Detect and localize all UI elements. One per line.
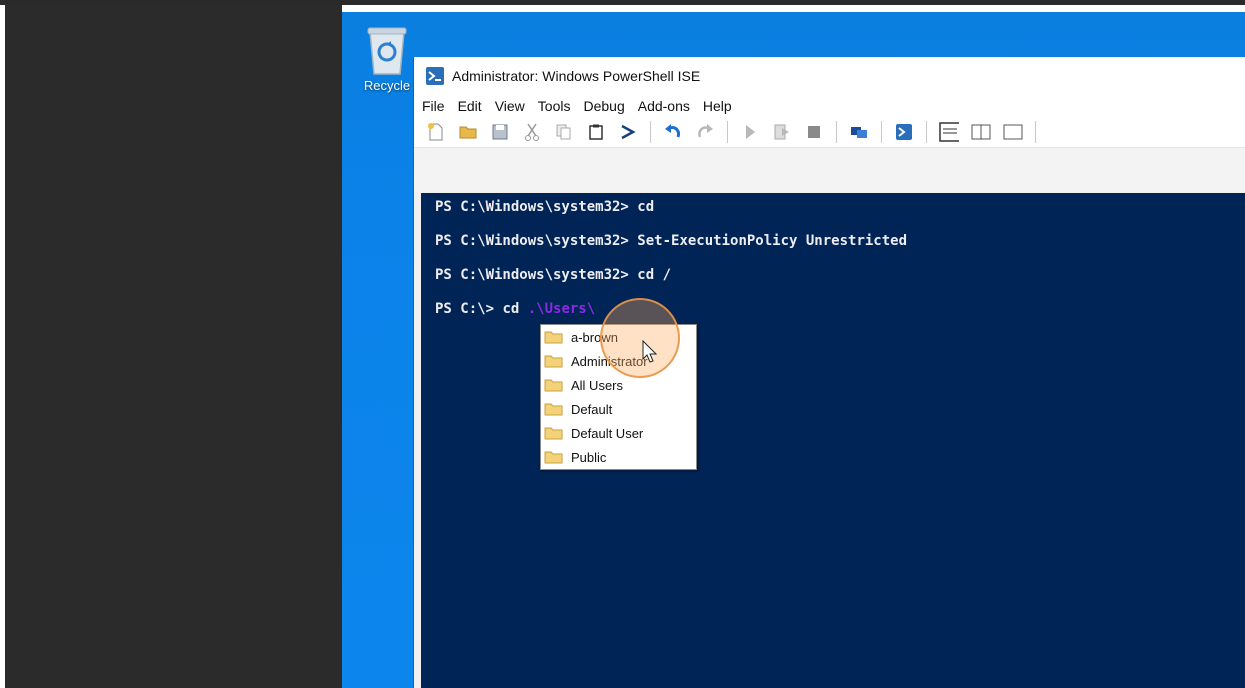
left-dark-panel xyxy=(5,5,342,688)
menu-bar: File Edit View Tools Debug Add-ons Help xyxy=(414,95,1245,117)
menu-add-ons[interactable]: Add-ons xyxy=(638,98,690,114)
open-folder-icon[interactable] xyxy=(458,122,478,142)
menu-edit[interactable]: Edit xyxy=(458,98,482,114)
recycle-bin-icon xyxy=(364,24,410,76)
click-highlight xyxy=(600,298,680,378)
toolbar-separator xyxy=(881,121,882,143)
redo-icon[interactable] xyxy=(695,122,715,142)
layout-script-top-icon[interactable] xyxy=(939,122,959,142)
console-line: PS C:\Windows\system32> cd xyxy=(435,199,655,215)
run-selection-icon[interactable] xyxy=(772,122,792,142)
layout-script-right-icon[interactable] xyxy=(971,122,991,142)
completion-item[interactable]: Public xyxy=(541,445,696,469)
cut-icon[interactable] xyxy=(522,122,542,142)
undo-icon[interactable] xyxy=(663,122,683,142)
command-prompt-icon[interactable] xyxy=(618,122,638,142)
powershell-ise-icon xyxy=(426,67,444,85)
path-argument: .\Users\ xyxy=(527,301,596,317)
console-input-line[interactable]: PS C:\> cd .\Users\ xyxy=(435,301,595,317)
paste-icon[interactable] xyxy=(586,122,606,142)
folder-icon xyxy=(544,354,563,368)
tab-strip-area xyxy=(414,148,1245,192)
mouse-cursor-icon xyxy=(642,340,658,363)
folder-icon xyxy=(544,450,563,464)
toolbar xyxy=(414,117,1245,148)
folder-icon xyxy=(544,426,563,440)
menu-tools[interactable]: Tools xyxy=(538,98,571,114)
console-line: PS C:\Windows\system32> cd / xyxy=(435,267,672,283)
remote-powershell-icon[interactable] xyxy=(849,122,869,142)
folder-icon xyxy=(544,402,563,416)
menu-file[interactable]: File xyxy=(422,98,445,114)
recycle-bin-label: Recycle xyxy=(363,78,411,93)
recycle-bin-shortcut[interactable]: Recycle xyxy=(352,24,422,93)
completion-item[interactable]: All Users xyxy=(541,373,696,397)
window-title: Administrator: Windows PowerShell ISE xyxy=(452,68,701,84)
completion-item[interactable]: Default xyxy=(541,397,696,421)
title-bar: Administrator: Windows PowerShell ISE xyxy=(414,57,1245,95)
save-icon[interactable] xyxy=(490,122,510,142)
copy-icon[interactable] xyxy=(554,122,574,142)
completion-item[interactable]: Default User xyxy=(541,421,696,445)
menu-help[interactable]: Help xyxy=(703,98,732,114)
toolbar-separator xyxy=(727,121,728,143)
run-icon[interactable] xyxy=(740,122,760,142)
folder-icon xyxy=(544,378,563,392)
toolbar-separator xyxy=(926,121,927,143)
new-file-icon[interactable] xyxy=(426,122,446,142)
menu-view[interactable]: View xyxy=(495,98,525,114)
toolbar-separator xyxy=(836,121,837,143)
layout-maximized-icon[interactable] xyxy=(1003,122,1023,142)
stop-icon[interactable] xyxy=(804,122,824,142)
toolbar-separator xyxy=(1035,121,1036,143)
folder-icon xyxy=(544,330,563,344)
menu-debug[interactable]: Debug xyxy=(583,98,624,114)
toolbar-separator xyxy=(650,121,651,143)
console-line: PS C:\Windows\system32> Set-ExecutionPol… xyxy=(435,233,908,249)
powershell-console-icon[interactable] xyxy=(894,122,914,142)
